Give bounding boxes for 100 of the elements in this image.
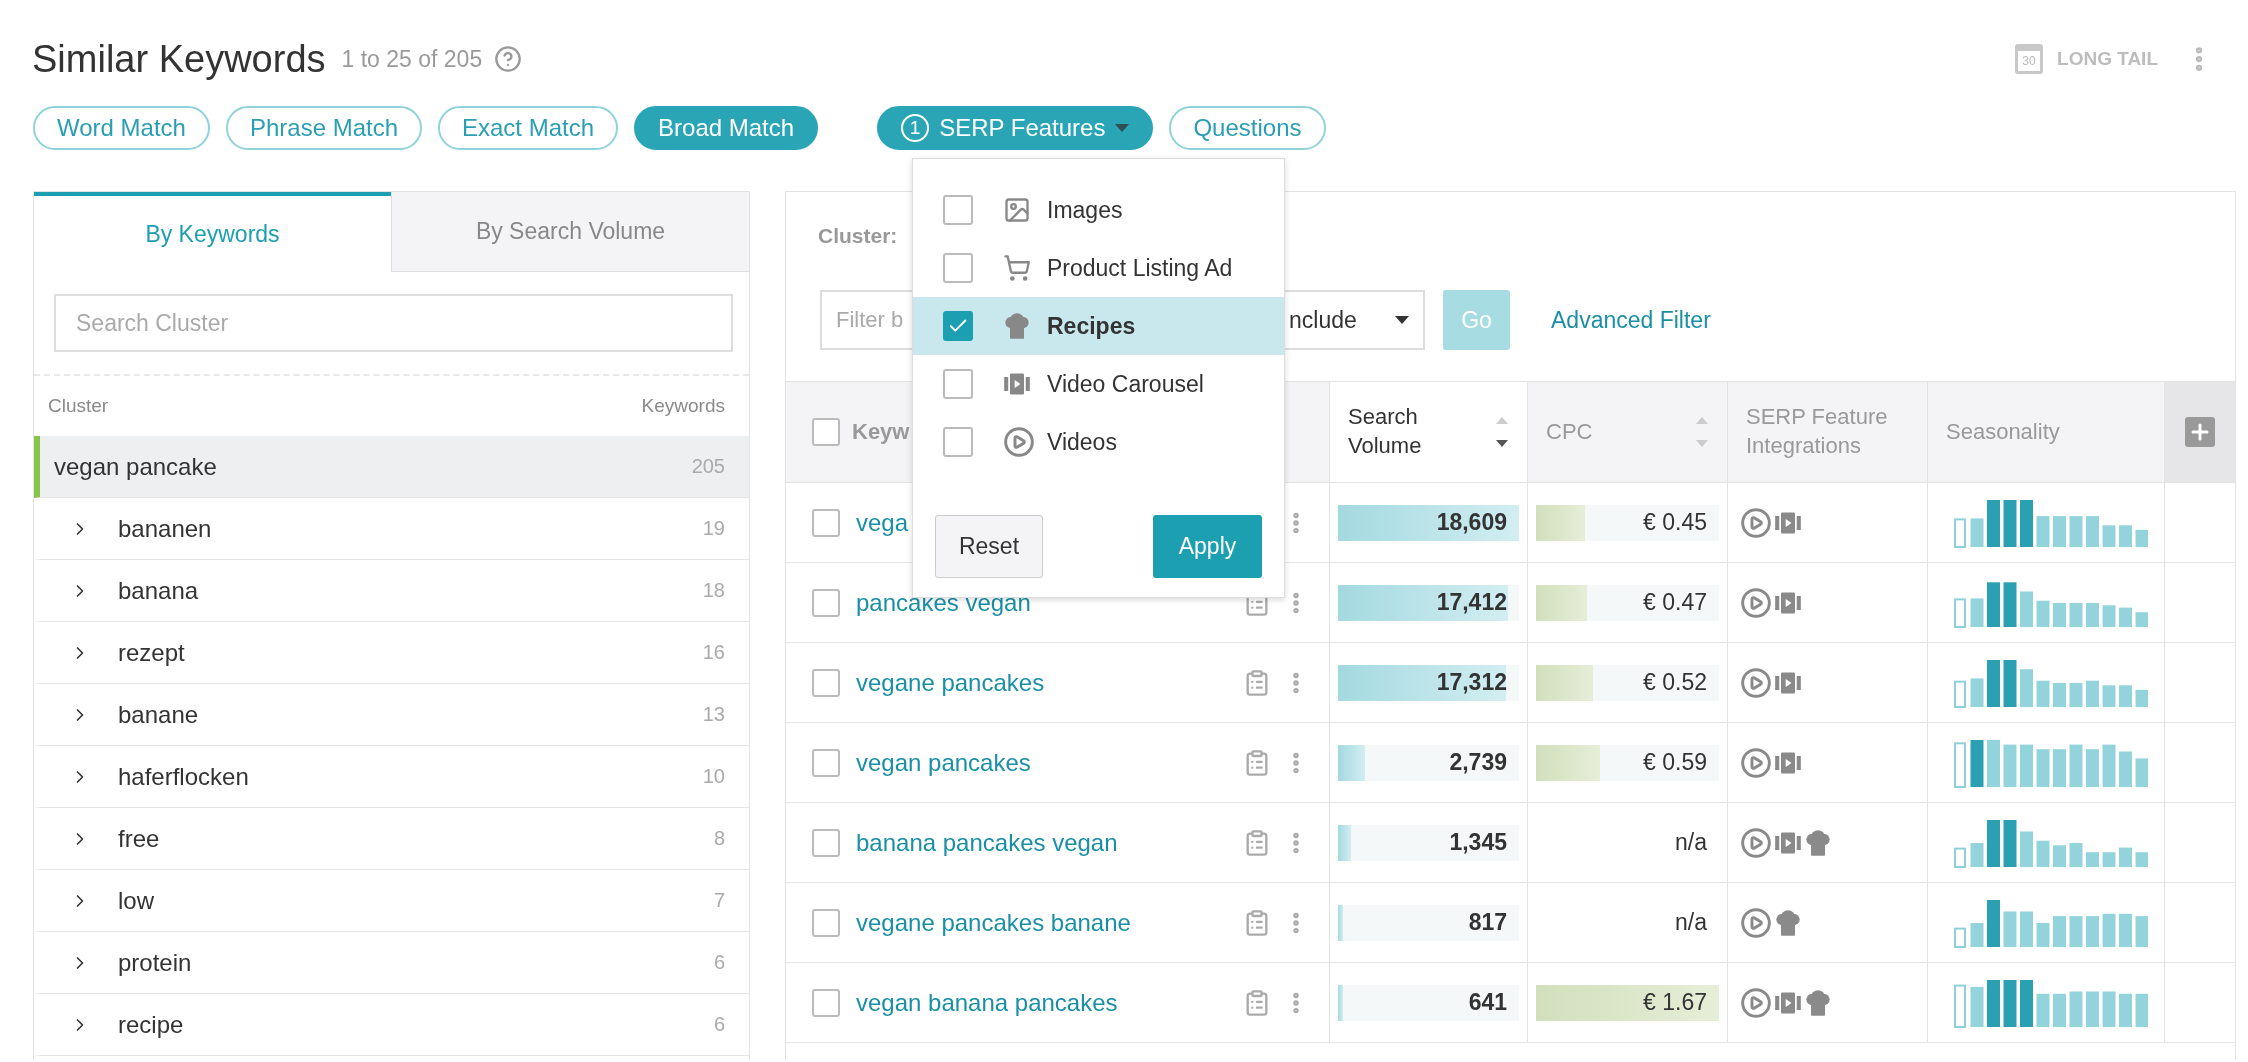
- filter-field[interactable]: Filter b: [820, 290, 912, 350]
- keyword-count: 7: [713, 889, 725, 912]
- cpc-value: € 1.67: [1643, 989, 1707, 1016]
- cluster-name: protein: [118, 948, 193, 977]
- row-checkbox[interactable]: [812, 748, 840, 777]
- cart-icon: [1003, 254, 1031, 282]
- advanced-filter-link[interactable]: Advanced Filter: [1551, 306, 1711, 334]
- feature-checkbox[interactable]: [943, 311, 973, 341]
- option-label: Videos: [1047, 428, 1117, 456]
- keyword-count: 19: [702, 517, 725, 540]
- caret-icon: [1395, 316, 1409, 324]
- chef-hat-icon: [1774, 908, 1802, 937]
- play-circle-icon: [1740, 826, 1772, 859]
- help-icon[interactable]: [494, 45, 523, 73]
- match-filter-pill[interactable]: Broad Match: [634, 106, 819, 150]
- chef-hat-icon: [1003, 312, 1031, 340]
- serp-feature-option[interactable]: Videos: [913, 413, 1284, 471]
- cluster-name: rezept: [118, 638, 186, 667]
- play-circle-icon: [1740, 506, 1772, 539]
- cpc-value: n/a: [1675, 909, 1707, 936]
- row-checkbox[interactable]: [812, 508, 840, 537]
- select-all-checkbox[interactable]: [812, 418, 840, 446]
- serp-feature-option[interactable]: Product Listing Ad: [913, 239, 1284, 297]
- chef-hat-icon: [1804, 988, 1832, 1017]
- column-header: Cluster: [48, 395, 109, 417]
- search-volume: 18,609: [1436, 509, 1507, 536]
- row-checkbox[interactable]: [812, 588, 840, 617]
- match-filter-pill[interactable]: Word Match: [33, 106, 210, 150]
- caret-icon: [1115, 124, 1130, 132]
- row-checkbox[interactable]: [812, 988, 840, 1017]
- keyword-count: 6: [713, 1013, 725, 1036]
- search-volume: 1,345: [1449, 829, 1507, 856]
- keyword-link[interactable]: vegan banana pancakes: [856, 988, 1243, 1017]
- reset-button[interactable]: Reset: [935, 515, 1043, 578]
- option-label: Images: [1047, 196, 1123, 224]
- keyword-count: 8: [713, 827, 725, 850]
- play-circle-icon: [1740, 586, 1772, 619]
- calendar-icon[interactable]: 30: [2015, 44, 2044, 74]
- search-volume: 17,312: [1436, 669, 1507, 696]
- cluster-tab[interactable]: By Search Volume: [391, 192, 749, 272]
- count-badge: 1: [901, 114, 930, 142]
- chef-hat-icon: [1804, 828, 1832, 857]
- column-header[interactable]: Seasonality: [1946, 417, 2146, 447]
- keyword-link[interactable]: vegane pancakes banane: [856, 908, 1243, 937]
- serp-feature-option[interactable]: Images: [913, 181, 1284, 239]
- result-count: 1 to 25 of 205: [341, 45, 483, 73]
- keyword-link[interactable]: banana pancakes vegan: [856, 828, 1243, 857]
- cpc-value: € 0.59: [1643, 749, 1707, 776]
- cpc-value: € 0.45: [1643, 509, 1707, 536]
- column-header[interactable]: SERP Feature Integrations: [1746, 403, 1909, 461]
- feature-checkbox[interactable]: [943, 195, 973, 225]
- feature-checkbox[interactable]: [943, 369, 973, 399]
- cluster-row[interactable]: vegan pancake 205: [34, 436, 749, 498]
- keyword-link[interactable]: vegan pancakes: [856, 748, 1243, 777]
- cluster-name: banane: [118, 700, 200, 729]
- search-volume: 2,739: [1449, 749, 1507, 776]
- cluster-name: recipe: [118, 1010, 185, 1039]
- keyword-count: 16: [702, 641, 725, 664]
- serp-feature-option[interactable]: Recipes: [913, 297, 1284, 355]
- match-filter-pill[interactable]: Exact Match: [438, 106, 619, 150]
- page-title: Similar Keywords: [32, 37, 326, 81]
- add-column-button[interactable]: [2185, 417, 2215, 447]
- image-icon: [1003, 196, 1031, 224]
- cluster-name: free: [118, 824, 161, 853]
- questions-pill[interactable]: Questions: [1169, 106, 1326, 150]
- sort-arrows-icon[interactable]: [1495, 415, 1509, 449]
- row-checkbox[interactable]: [812, 828, 840, 857]
- keyword-link[interactable]: vegane pancakes: [856, 668, 1243, 697]
- apply-button[interactable]: Apply: [1153, 515, 1262, 578]
- cpc-value: n/a: [1675, 829, 1707, 856]
- feature-checkbox[interactable]: [943, 427, 973, 457]
- cluster-name: low: [118, 886, 155, 915]
- column-header[interactable]: CPC: [1546, 417, 1683, 447]
- keyword-count: 6: [713, 951, 725, 974]
- cluster-name: bananen: [118, 514, 213, 543]
- row-checkbox[interactable]: [812, 668, 840, 697]
- match-filter-pill[interactable]: Phrase Match: [225, 106, 422, 150]
- search-volume: 17,412: [1436, 589, 1507, 616]
- option-label: Product Listing Ad: [1047, 254, 1233, 282]
- cpc-value: € 0.52: [1643, 669, 1707, 696]
- cluster-name: vegan pancake: [54, 452, 218, 481]
- search-volume: 817: [1468, 909, 1507, 936]
- option-label: Recipes: [1047, 312, 1136, 340]
- serp-feature-option[interactable]: Video Carousel: [913, 355, 1284, 413]
- keyword-count: 10: [702, 765, 725, 788]
- cluster-name: banana: [118, 576, 200, 605]
- serp-features-button[interactable]: 1 SERP Features: [877, 106, 1154, 150]
- keyword-count: 205: [691, 455, 725, 478]
- search-volume: 641: [1468, 989, 1507, 1016]
- play-circle-icon: [1003, 426, 1035, 458]
- play-circle-icon: [1740, 906, 1772, 939]
- cluster-name: haferflocken: [118, 762, 250, 791]
- search-cluster-field[interactable]: Search Cluster: [54, 294, 733, 352]
- row-checkbox[interactable]: [812, 908, 840, 937]
- column-header: Keywords: [641, 395, 725, 417]
- option-label: Video Carousel: [1047, 370, 1204, 398]
- keyword-count: 13: [702, 703, 725, 726]
- feature-checkbox[interactable]: [943, 253, 973, 283]
- keyword-count: 18: [702, 579, 725, 602]
- play-circle-icon: [1740, 666, 1772, 699]
